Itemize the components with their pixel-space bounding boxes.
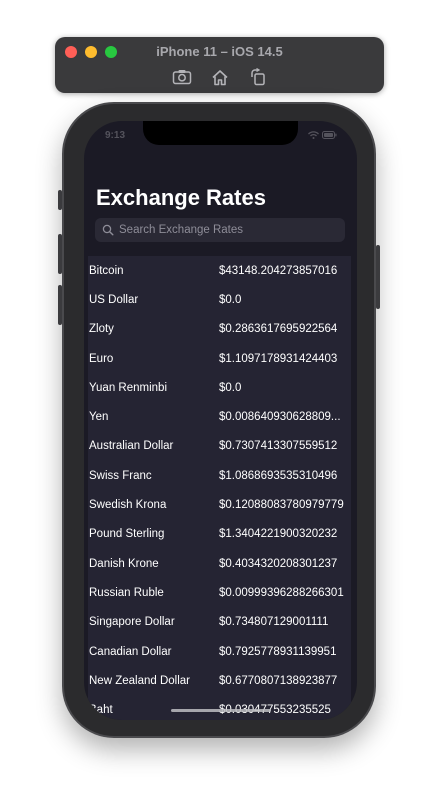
status-icons <box>308 131 337 139</box>
wifi-icon <box>308 131 319 139</box>
list-item[interactable]: Baht $0.030477553235525 <box>88 695 351 720</box>
screenshot-icon <box>172 70 191 85</box>
currency-rate: $0.7307413307559512 <box>219 440 338 453</box>
home-indicator[interactable] <box>171 709 271 712</box>
home-icon <box>211 69 228 85</box>
page-title: Exchange Rates <box>96 185 266 210</box>
status-time: 9:13 <box>105 130 126 141</box>
currency-rate: $0.0 <box>219 381 242 394</box>
power-button <box>376 245 380 309</box>
home-button[interactable] <box>208 67 232 87</box>
currency-rate: $0.734807129001111 <box>219 616 329 629</box>
currency-rate: $1.3404221900320232 <box>219 528 338 541</box>
rotate-icon <box>250 68 265 86</box>
currency-rate: $0.7925778931139951 <box>219 645 337 658</box>
search-bar[interactable] <box>95 218 345 242</box>
volume-down-button <box>58 285 62 325</box>
simulator-toolbar <box>55 67 384 87</box>
currency-rate: $1.1097178931424403 <box>219 352 338 365</box>
list-item[interactable]: Bitcoin $43148.204273857016 <box>88 256 351 285</box>
currency-rate: $0.0 <box>219 293 242 306</box>
currency-name: US Dollar <box>89 293 139 306</box>
currency-name: Euro <box>89 352 114 365</box>
currency-rate: $0.12088083780979779 <box>219 499 344 512</box>
currency-rate: $43148.204273857016 <box>219 264 338 277</box>
currency-name: Yuan Renminbi <box>89 381 167 394</box>
currency-name: Swiss Franc <box>89 469 152 482</box>
list-item[interactable]: Russian Ruble $0.00999396288266301 <box>88 578 351 607</box>
currency-name: Bitcoin <box>89 264 124 277</box>
list-item[interactable]: Singapore Dollar $0.734807129001111 <box>88 608 351 637</box>
currency-rate: $0.00999396288266301 <box>219 586 344 599</box>
currency-rate: $0.6770807138923877 <box>219 674 338 687</box>
currency-name: Russian Ruble <box>89 586 164 599</box>
app-screen: 9:13 Exchange Rates Bitcoin $43148.20427… <box>84 121 357 720</box>
currency-name: Danish Krone <box>89 557 159 570</box>
simulator-title: iPhone 11 – iOS 14.5 <box>156 44 283 59</box>
currency-name: New Zealand Dollar <box>89 674 190 687</box>
currency-name: Zloty <box>89 323 114 336</box>
list-item[interactable]: Swedish Krona $0.12088083780979779 <box>88 490 351 519</box>
simulator-titlebar: iPhone 11 – iOS 14.5 <box>55 37 384 93</box>
search-input[interactable] <box>119 224 339 236</box>
list-item[interactable]: Swiss Franc $1.0868693535310496 <box>88 461 351 490</box>
currency-name: Pound Sterling <box>89 528 165 541</box>
currency-name: Australian Dollar <box>89 440 174 453</box>
list-item[interactable]: Yen $0.008640930628809... <box>88 402 351 431</box>
currency-name: Canadian Dollar <box>89 645 172 658</box>
search-icon <box>102 224 114 236</box>
currency-rate: $0.4034320208301237 <box>219 557 338 570</box>
list-item[interactable]: Pound Sterling $1.3404221900320232 <box>88 520 351 549</box>
list-item[interactable]: Danish Krone $0.4034320208301237 <box>88 549 351 578</box>
rotate-button[interactable] <box>246 67 270 87</box>
currency-rate: $0.2863617695922564 <box>219 323 338 336</box>
list-item[interactable]: Australian Dollar $0.7307413307559512 <box>88 432 351 461</box>
list-item[interactable]: Canadian Dollar $0.7925778931139951 <box>88 637 351 666</box>
currency-name: Singapore Dollar <box>89 616 175 629</box>
volume-up-button <box>58 234 62 274</box>
currency-name: Swedish Krona <box>89 499 167 512</box>
currency-rate: $0.008640930628809... <box>219 411 341 424</box>
currency-rate: $1.0868693535310496 <box>219 469 338 482</box>
list-item[interactable]: US Dollar $0.0 <box>88 285 351 314</box>
exchange-rates-list[interactable]: Bitcoin $43148.204273857016 US Dollar $0… <box>88 256 351 720</box>
currency-name: Yen <box>89 411 109 424</box>
battery-icon <box>322 131 337 139</box>
notch <box>143 121 298 145</box>
list-item[interactable]: Euro $1.1097178931424403 <box>88 344 351 373</box>
screenshot-button[interactable] <box>170 67 194 87</box>
list-item[interactable]: Yuan Renminbi $0.0 <box>88 373 351 402</box>
mute-switch <box>58 190 62 210</box>
list-item[interactable]: New Zealand Dollar $0.6770807138923877 <box>88 666 351 695</box>
list-item[interactable]: Zloty $0.2863617695922564 <box>88 315 351 344</box>
